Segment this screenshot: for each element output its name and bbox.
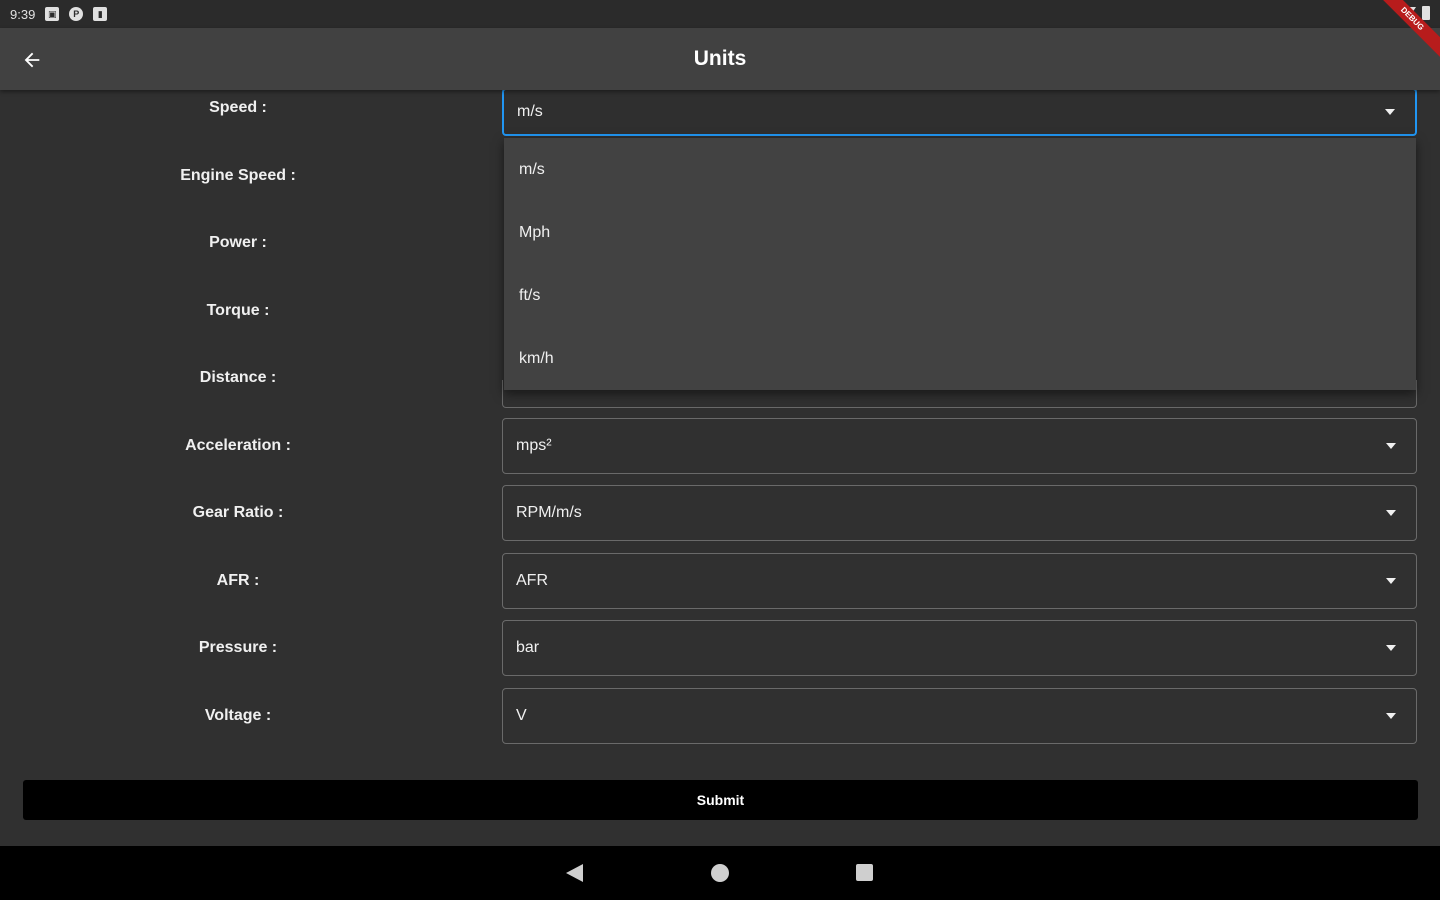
back-button[interactable] [14,42,50,78]
nav-recents-icon[interactable] [856,864,873,881]
sd-card-icon: ▮ [93,7,108,21]
nav-home-icon[interactable] [711,864,729,882]
app-bar: Units [0,28,1440,90]
dropdown-option-m-s[interactable]: m/s [504,138,1416,201]
dropdown-option-mph[interactable]: Mph [504,201,1416,264]
afr-value: AFR [516,572,548,589]
speed-label: Speed : [209,99,267,116]
dropdown-arrow-icon [1386,578,1396,584]
arrow-back-icon [24,52,40,68]
status-bar: 9:39 ▣ P ▮ [0,0,1440,28]
page-title: Units [693,47,747,70]
system-nav-bar [0,846,1440,900]
status-time: 9:39 [10,6,36,22]
afr-dropdown[interactable]: AFR [502,553,1417,609]
engine-speed-label: Engine Speed : [180,167,296,184]
acceleration-label: Acceleration : [185,437,291,454]
dropdown-arrow-icon [1386,510,1396,516]
dropdown-option-ft-s[interactable]: ft/s [504,264,1416,327]
power-label: Power : [209,234,267,251]
gear-ratio-label: Gear Ratio : [192,504,284,521]
torque-label: Torque : [206,302,270,319]
battery-icon [1422,6,1430,20]
speed-value: m/s [517,103,543,120]
pressure-label: Pressure : [198,639,278,656]
dropdown-arrow-icon [1386,713,1396,719]
app-notification-icon: P [69,7,84,21]
dropdown-arrow-icon [1385,109,1395,115]
gear-ratio-dropdown[interactable]: RPM/m/s [502,485,1417,541]
nav-back-icon[interactable] [566,864,583,882]
voltage-label: Voltage : [204,707,272,724]
speed-dropdown[interactable]: m/s [502,88,1417,136]
submit-button[interactable]: Submit [23,780,1418,820]
dropdown-arrow-icon [1386,645,1396,651]
voltage-dropdown[interactable]: V [502,688,1417,744]
acceleration-value: mps² [516,437,552,454]
notification-icon: ▣ [45,7,60,21]
distance-label: Distance : [199,369,277,386]
gear-ratio-value: RPM/m/s [516,504,582,521]
speed-dropdown-menu: m/s Mph ft/s km/h [504,138,1416,390]
pressure-dropdown[interactable]: bar [502,620,1417,676]
dropdown-option-km-h[interactable]: km/h [504,327,1416,390]
pressure-value: bar [516,639,540,656]
dropdown-arrow-icon [1386,443,1396,449]
afr-label: AFR : [216,572,260,589]
acceleration-dropdown[interactable]: mps² [502,418,1417,474]
voltage-value: V [516,707,527,724]
